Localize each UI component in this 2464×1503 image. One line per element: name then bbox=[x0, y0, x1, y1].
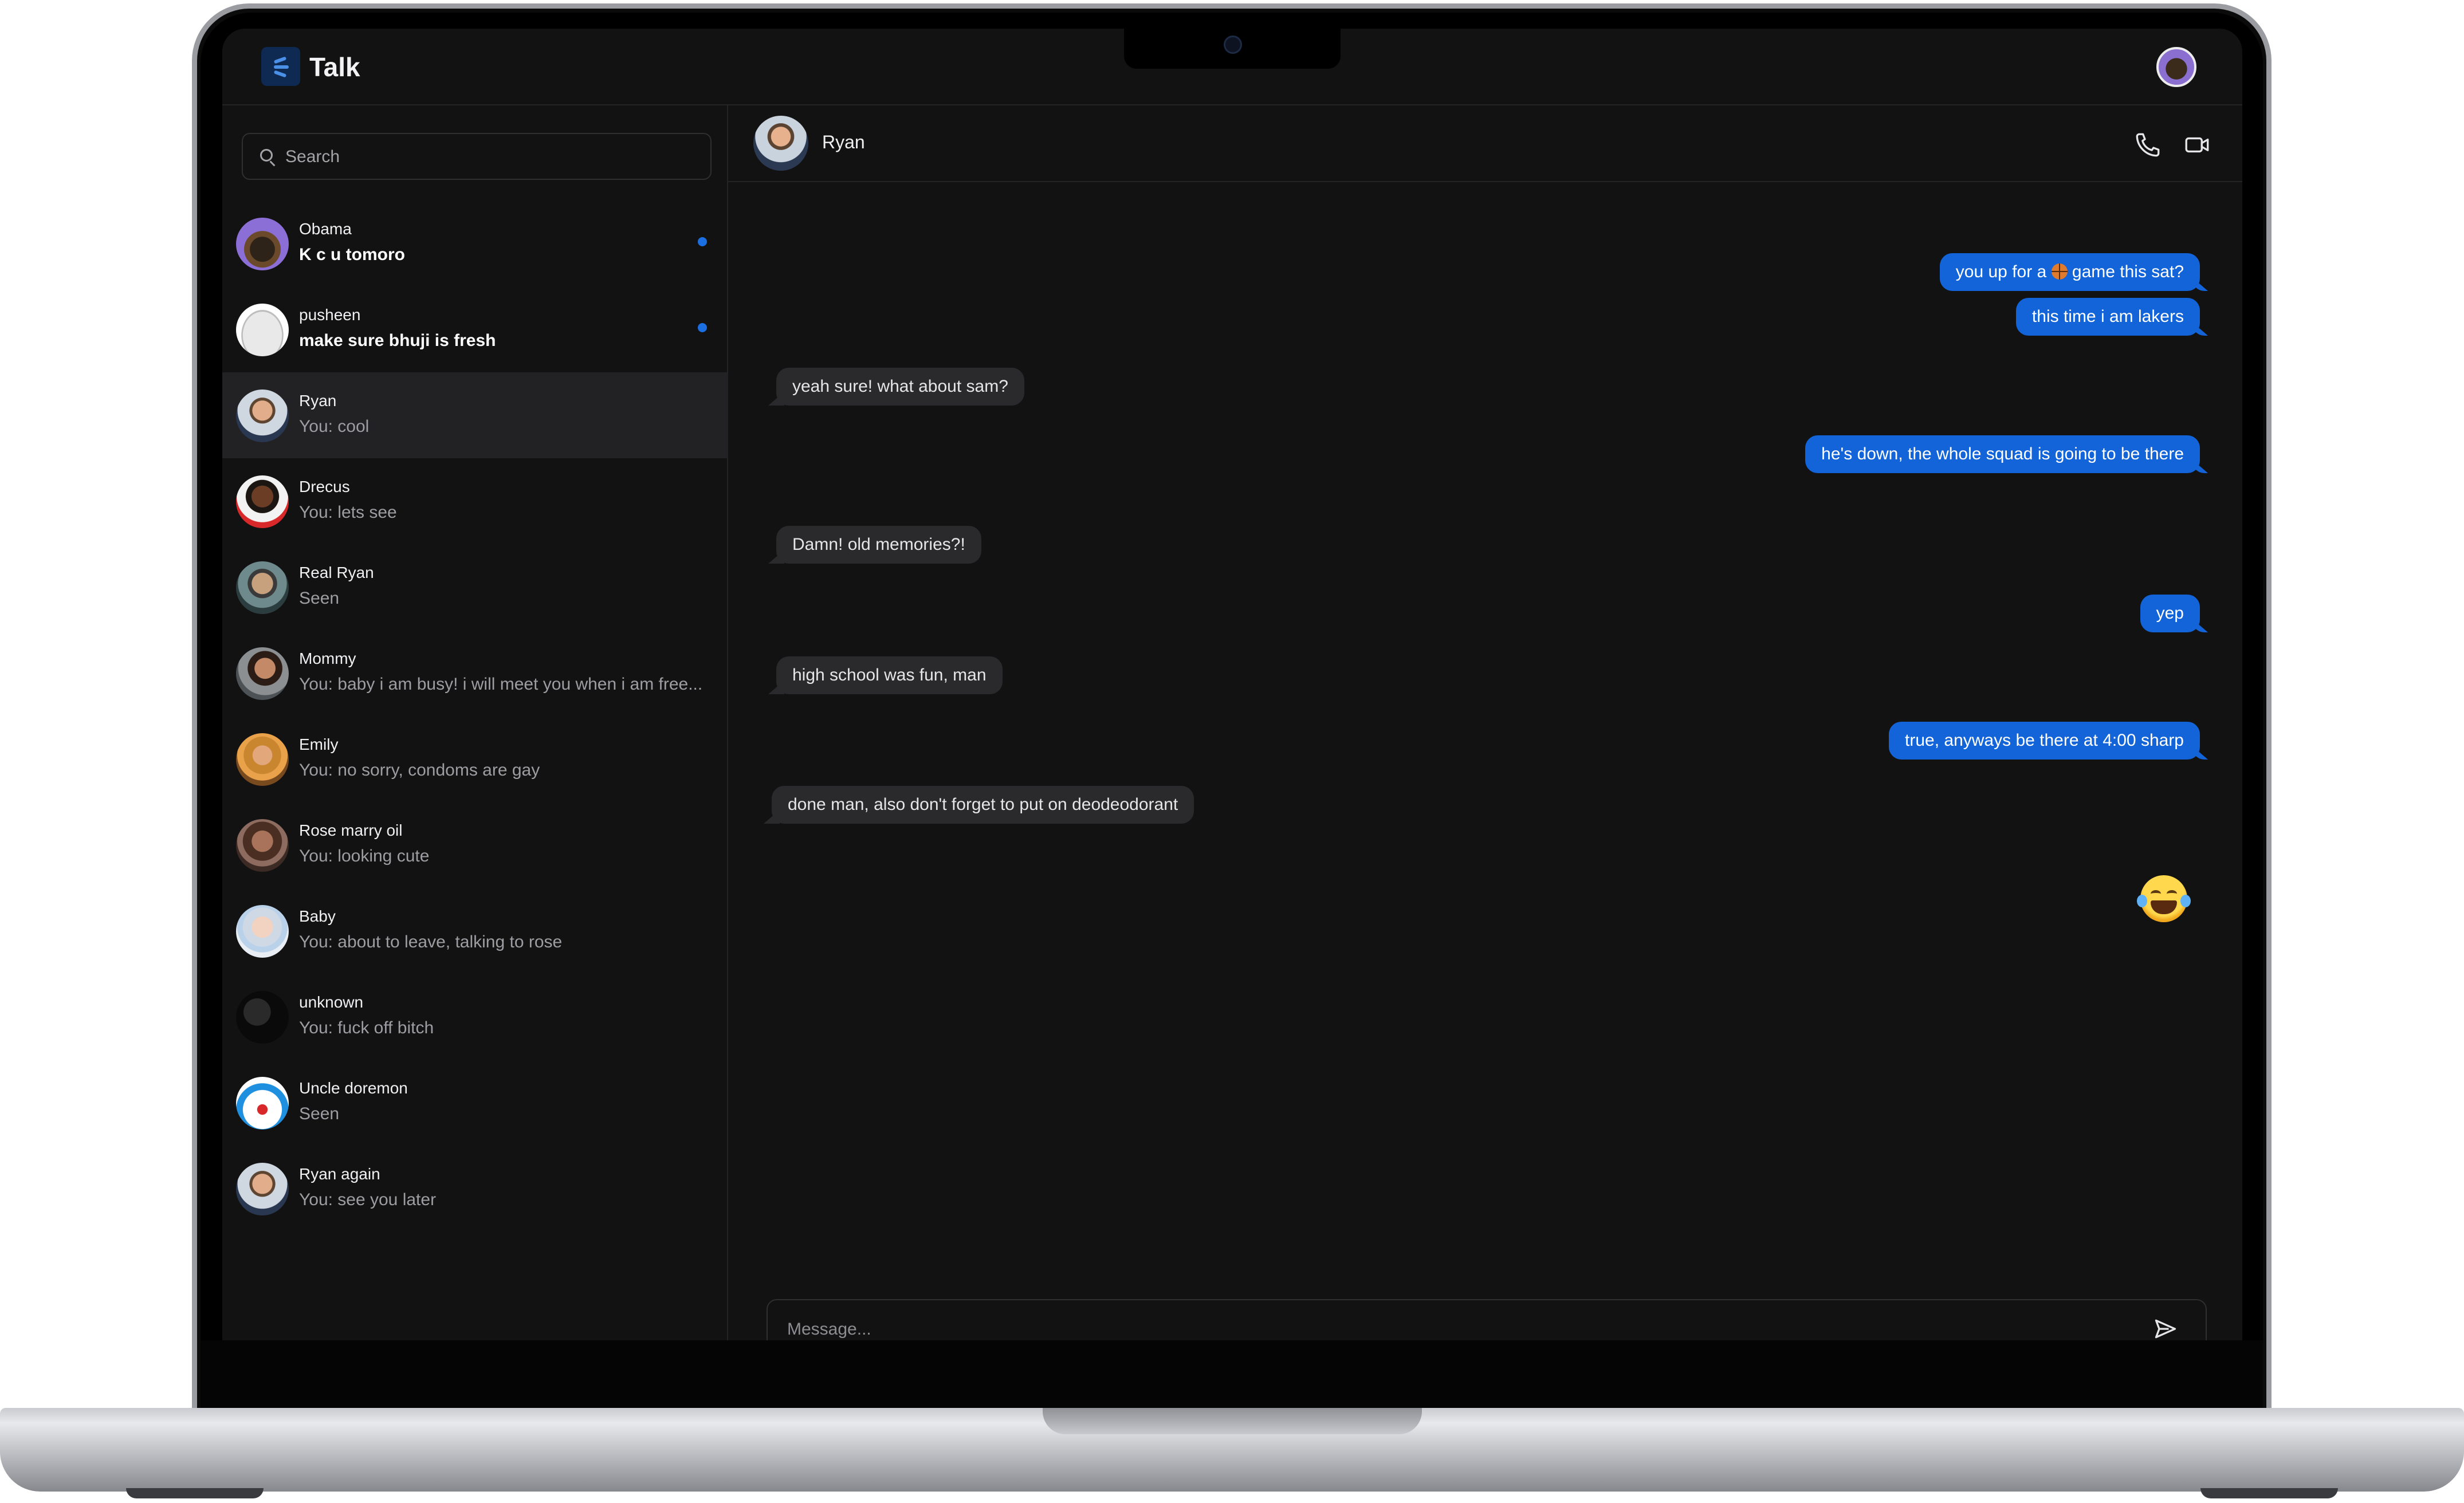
conversation-preview: You: cool bbox=[299, 417, 370, 436]
contact-avatar[interactable] bbox=[753, 116, 808, 171]
conversation-item-drecus[interactable]: Drecus You: lets see bbox=[222, 458, 728, 544]
conversation-preview: You: baby i am busy! i will meet you whe… bbox=[299, 675, 703, 694]
conversation-name: Mommy bbox=[299, 650, 356, 667]
conversation-item-emily[interactable]: Emily You: no sorry, condoms are gay bbox=[222, 716, 728, 802]
conversation-item-ryan-again[interactable]: Ryan again You: see you later bbox=[222, 1146, 728, 1231]
bored-ape-avatar bbox=[236, 218, 289, 270]
phone-call-icon[interactable] bbox=[2133, 131, 2162, 159]
conversation-name: Ryan again bbox=[299, 1165, 380, 1183]
emoji-tear bbox=[2137, 895, 2147, 907]
emoji-eye bbox=[2151, 890, 2161, 898]
message-bubble-sent[interactable]: you up for a game this sat? bbox=[1939, 253, 2200, 291]
conversation-item-unknown[interactable]: unknown You: fuck off bitch bbox=[222, 974, 728, 1060]
conversation-name: unknown bbox=[299, 993, 364, 1011]
conversation-item-obama[interactable]: Obama K c u tomoro bbox=[222, 200, 728, 286]
baby-avatar bbox=[236, 905, 289, 958]
conversation-name: Emily bbox=[299, 735, 339, 753]
message-bubble-sent[interactable]: he's down, the whole squad is going to b… bbox=[1805, 435, 2200, 473]
conversation-name: Real Ryan bbox=[299, 564, 374, 581]
conversation-item-pusheen[interactable]: pusheen make sure bhuji is fresh bbox=[222, 286, 728, 372]
app-window: Talk Obama K c u tomoro pusheen make sur… bbox=[222, 29, 2242, 1340]
message-thread: you up for a game this sat? this time i … bbox=[728, 182, 2242, 1270]
message-text: he's down, the whole squad is going to b… bbox=[1821, 444, 2184, 463]
conversation-item-rose[interactable]: Rose marry oil You: looking cute bbox=[222, 802, 728, 888]
conversation-preview: Seen bbox=[299, 1104, 340, 1123]
tears-of-joy-emoji-icon[interactable] bbox=[2137, 875, 2191, 922]
message-text: yep bbox=[2156, 604, 2184, 623]
message-text: high school was fun, man bbox=[792, 666, 987, 684]
message-text: true, anyways be there at 4:00 sharp bbox=[1905, 731, 2184, 750]
laptop-foot bbox=[126, 1488, 264, 1498]
conversation-item-real-ryan[interactable]: Real Ryan Seen bbox=[222, 544, 728, 630]
message-bubble-sent[interactable]: this time i am lakers bbox=[2015, 298, 2200, 336]
webcam bbox=[1224, 36, 1242, 54]
conversation-item-mommy[interactable]: Mommy You: baby i am busy! i will meet y… bbox=[222, 630, 728, 716]
laptop-opening-lip bbox=[1043, 1408, 1422, 1434]
conversation-name: Ryan bbox=[299, 392, 337, 410]
search-icon bbox=[260, 149, 273, 162]
basketball-emoji-icon bbox=[2051, 263, 2068, 280]
emoji-mouth bbox=[2151, 900, 2177, 914]
conversation-preview: You: lets see bbox=[299, 503, 397, 522]
emily-avatar bbox=[236, 733, 289, 786]
unknown-avatar bbox=[236, 991, 289, 1044]
emoji-eye bbox=[2167, 890, 2177, 898]
send-icon[interactable] bbox=[2153, 1316, 2178, 1340]
conversation-item-uncle-doremon[interactable]: Uncle doremon Seen bbox=[222, 1060, 728, 1146]
screen-chin bbox=[201, 1340, 2263, 1408]
message-bubble-sent[interactable]: true, anyways be there at 4:00 sharp bbox=[1889, 722, 2200, 760]
message-bubble-received[interactable]: Damn! old memories?! bbox=[776, 526, 981, 564]
conversation-preview: make sure bhuji is fresh bbox=[299, 331, 496, 350]
talk-logo-icon[interactable] bbox=[261, 47, 300, 86]
ryan-again-avatar bbox=[236, 1163, 289, 1215]
message-bubble-received[interactable]: high school was fun, man bbox=[776, 656, 1003, 694]
search-box[interactable] bbox=[242, 133, 712, 180]
search-input[interactable] bbox=[284, 142, 699, 172]
conversation-name: Rose marry oil bbox=[299, 821, 403, 839]
conversation-item-ryan[interactable]: Ryan You: cool bbox=[222, 372, 728, 458]
contact-name: Ryan bbox=[822, 132, 865, 152]
message-bubble-received[interactable]: done man, also don't forget to put on de… bbox=[772, 786, 1194, 824]
conversation-item-baby[interactable]: Baby You: about to leave, talking to ros… bbox=[222, 888, 728, 974]
drecus-avatar bbox=[236, 475, 289, 528]
doraemon-avatar bbox=[236, 1077, 289, 1130]
real-ryan-avatar bbox=[236, 561, 289, 614]
message-text: you up for a bbox=[1955, 262, 2052, 281]
conversation-name: Uncle doremon bbox=[299, 1079, 408, 1097]
message-text: yeah sure! what about sam? bbox=[792, 377, 1008, 396]
conversation-name: Obama bbox=[299, 220, 352, 238]
conversation-preview: You: see you later bbox=[299, 1190, 437, 1209]
conversation-name: pusheen bbox=[299, 306, 361, 324]
message-bubble-sent[interactable]: yep bbox=[2140, 595, 2200, 632]
message-text: this time i am lakers bbox=[2031, 307, 2184, 326]
chat-header: Ryan bbox=[728, 105, 2242, 182]
conversation-preview: You: fuck off bitch bbox=[299, 1018, 434, 1037]
rose-avatar bbox=[236, 819, 289, 872]
video-call-icon[interactable] bbox=[2183, 131, 2212, 159]
emoji-tear bbox=[2180, 895, 2191, 907]
mommy-avatar bbox=[236, 647, 289, 700]
unread-dot bbox=[698, 237, 707, 246]
conversation-preview: You: about to leave, talking to rose bbox=[299, 933, 563, 951]
message-input[interactable] bbox=[786, 1315, 2152, 1340]
pusheen-cat-avatar bbox=[236, 304, 289, 356]
unread-dot bbox=[698, 323, 707, 332]
message-text: done man, also don't forget to put on de… bbox=[788, 795, 1178, 814]
laptop-foot bbox=[2200, 1488, 2338, 1498]
conversation-name: Drecus bbox=[299, 478, 350, 495]
message-text: Damn! old memories?! bbox=[792, 535, 965, 554]
app-title: Talk bbox=[309, 52, 360, 82]
conversation-preview: K c u tomoro bbox=[299, 245, 405, 264]
profile-avatar[interactable] bbox=[2156, 47, 2196, 87]
conversation-sidebar: Obama K c u tomoro pusheen make sure bhu… bbox=[222, 105, 728, 1340]
ryan-avatar bbox=[236, 389, 289, 442]
conversation-name: Baby bbox=[299, 907, 336, 925]
conversation-preview: Seen bbox=[299, 589, 340, 608]
conversation-preview: You: looking cute bbox=[299, 847, 430, 865]
message-text: game this sat? bbox=[2067, 262, 2184, 281]
conversation-preview: You: no sorry, condoms are gay bbox=[299, 761, 540, 780]
message-bubble-received[interactable]: yeah sure! what about sam? bbox=[776, 368, 1024, 406]
message-composer bbox=[767, 1299, 2207, 1340]
